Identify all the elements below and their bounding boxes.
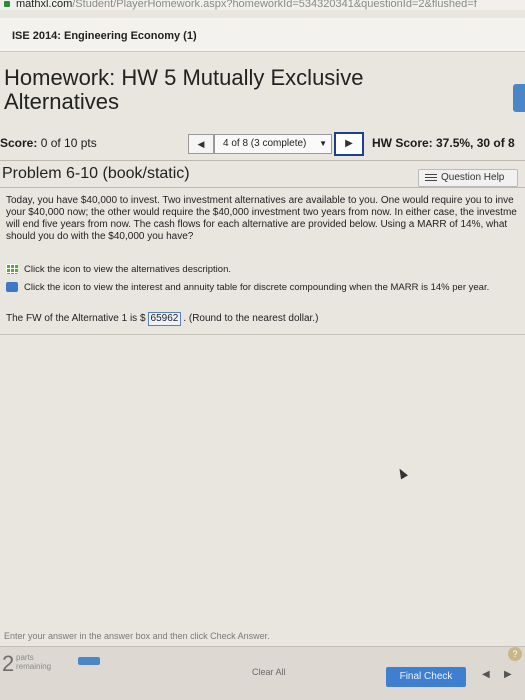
interest-table-link-text: Click the icon to view the interest and … (24, 282, 490, 293)
instructions-text: Enter your answer in the answer box and … (4, 631, 270, 641)
chevron-down-icon: ▼ (319, 139, 327, 148)
next-arrow-icon[interactable]: ▶ (504, 669, 512, 680)
problem-title: Problem 6-10 (book/static) (2, 165, 190, 182)
homework-title: Homework: HW 5 Mutually Exclusive Altern… (4, 65, 364, 114)
url-path: /Student/PlayerHomework.aspx?homeworkId=… (72, 0, 477, 10)
clear-all-button[interactable]: Clear All (252, 667, 286, 677)
url-bar[interactable]: mathxl.com/Student/PlayerHomework.aspx?h… (0, 0, 525, 10)
alternatives-description-link[interactable]: Click the icon to view the alternatives … (6, 264, 231, 275)
alternatives-link-text: Click the icon to view the alternatives … (24, 264, 231, 275)
answer-input[interactable]: 65962 (147, 312, 182, 326)
divider (0, 334, 525, 335)
question-help-button[interactable]: Question Help (418, 169, 518, 187)
answer-line: The FW of the Alternative 1 is $65962. (… (6, 312, 318, 326)
score-value: 0 of 10 pts (40, 136, 97, 150)
score-display: Score: 0 of 10 pts (0, 136, 97, 150)
hw-score: HW Score: 37.5%, 30 of 8 (372, 136, 515, 150)
parts-label-line2: remaining (16, 662, 52, 671)
answer-suffix: . (Round to the nearest dollar.) (183, 313, 319, 324)
bottom-bar: 2 parts remaining Clear All Final Check … (0, 646, 525, 700)
mouse-cursor-icon (396, 466, 408, 480)
parts-remaining-count: 2 (2, 651, 15, 676)
final-check-button[interactable]: Final Check (386, 667, 466, 687)
next-question-button[interactable]: ▶ (334, 132, 364, 156)
url-domain: mathxl.com (16, 0, 73, 10)
arrow-right-icon: ▶ (345, 138, 353, 149)
parts-remaining-label: parts remaining (16, 653, 51, 671)
question-text: Today, you have $40,000 to invest. Two i… (6, 195, 517, 242)
course-name: ISE 2014: Engineering Economy (1) (12, 30, 197, 42)
interest-table-link[interactable]: Click the icon to view the interest and … (6, 282, 489, 293)
list-icon (425, 174, 437, 182)
side-panel-tab[interactable] (513, 84, 525, 112)
question-selector[interactable]: 4 of 8 (3 complete) ▼ (214, 134, 332, 154)
parts-label-line1: parts (16, 653, 34, 662)
help-icon[interactable]: ? (508, 647, 522, 661)
parts-progress-bar (78, 657, 100, 665)
grid-icon[interactable] (6, 264, 18, 275)
score-label: Score: (0, 136, 38, 150)
question-help-label: Question Help (441, 172, 505, 183)
problem-header: Problem 6-10 (book/static) Question Help (0, 160, 525, 188)
previous-arrow-icon[interactable]: ◀ (482, 669, 490, 680)
table-icon[interactable] (6, 282, 18, 293)
question-selector-label: 4 of 8 (3 complete) (223, 138, 307, 149)
answer-prefix: The FW of the Alternative 1 is $ (6, 313, 146, 324)
score-row: Score: 0 of 10 pts ◀ 4 of 8 (3 complete)… (0, 130, 525, 156)
lock-icon (4, 1, 10, 8)
arrow-left-icon: ◀ (197, 139, 205, 149)
previous-question-button[interactable]: ◀ (188, 134, 214, 154)
course-header: ISE 2014: Engineering Economy (1) (0, 18, 525, 52)
